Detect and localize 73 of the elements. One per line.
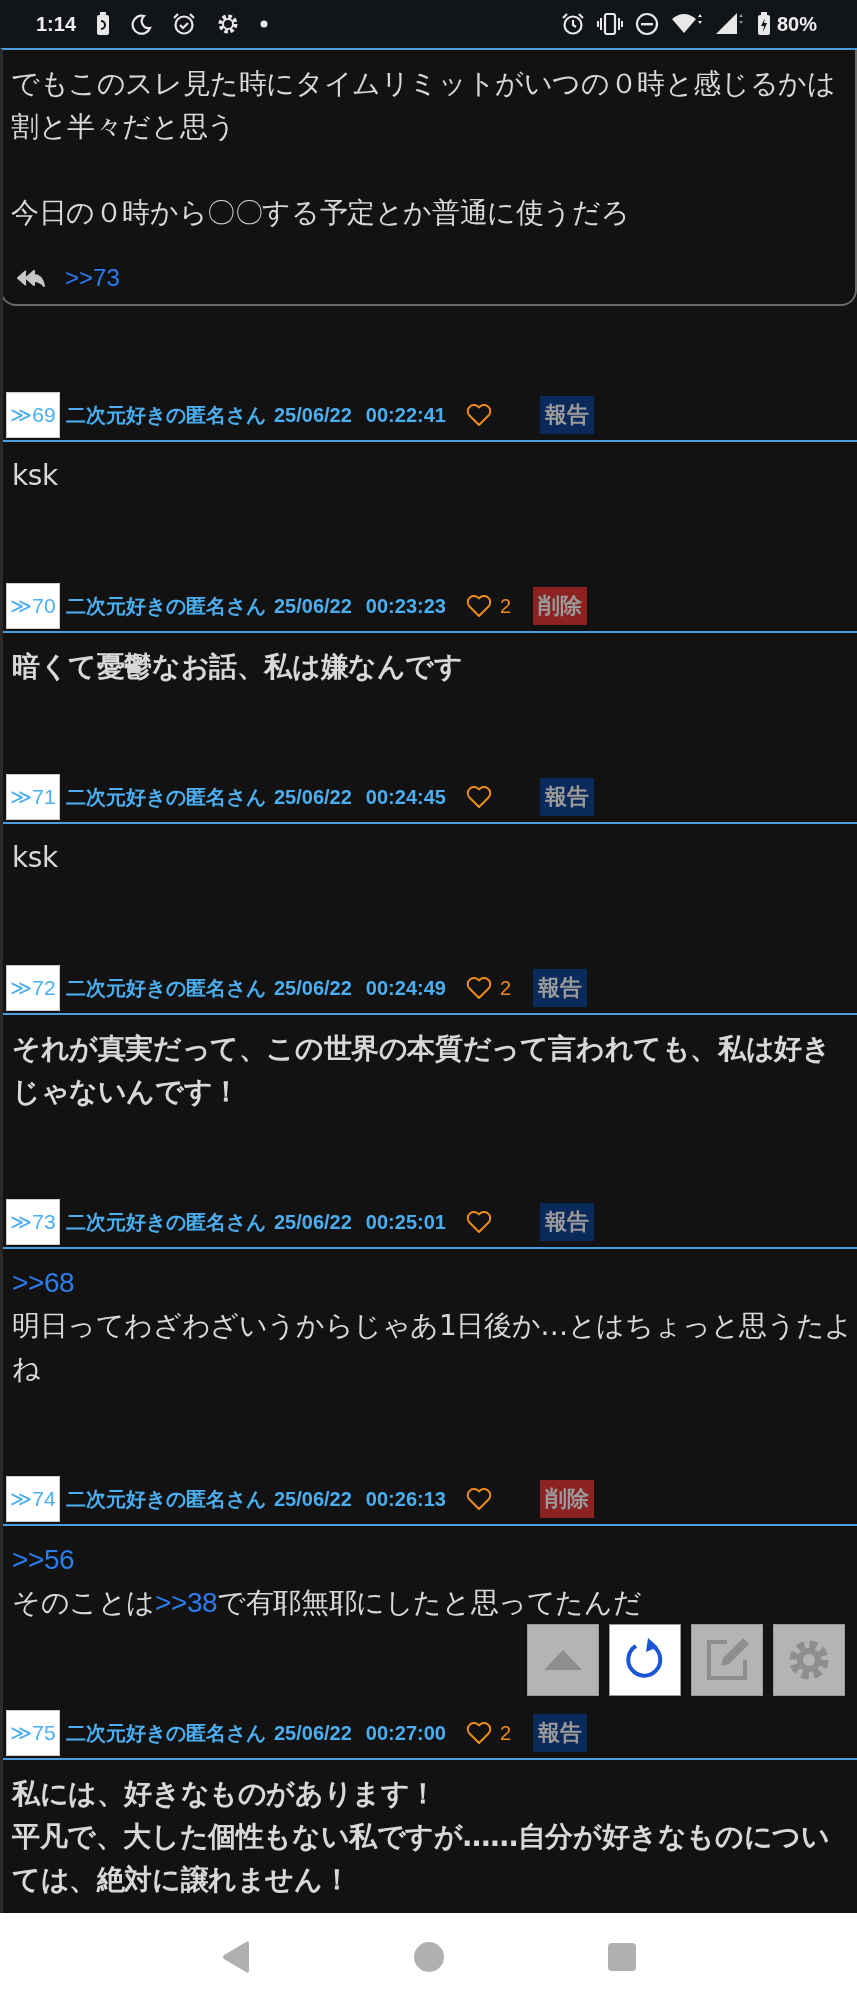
alarm-icon (560, 12, 585, 36)
signal-icon (714, 12, 745, 36)
heart-icon[interactable] (465, 785, 492, 809)
post-date: 25/06/22 (274, 1487, 352, 1511)
post-date: 25/06/22 (274, 1210, 352, 1234)
post-text: 平凡で、大した個性もない私ですが……自分が好きなものについては、絶対に譲れません！ (12, 1819, 831, 1898)
battery-icon (756, 12, 771, 36)
moon-icon (130, 13, 153, 35)
post-time: 00:22:41 (365, 403, 446, 427)
post-text: ksk (12, 458, 59, 494)
post-time: 00:24:49 (365, 976, 446, 1000)
like-count: 2 (499, 976, 512, 1000)
reply-link[interactable]: >>38 (155, 1587, 218, 1618)
vibrate-icon (596, 13, 623, 35)
poster-name: 二次元好きの匿名さん (66, 974, 266, 1002)
report-button[interactable]: 報告 (539, 778, 594, 816)
report-button[interactable]: 報告 (539, 396, 594, 434)
report-button[interactable]: 報告 (533, 969, 588, 1007)
alarm-icon (172, 12, 197, 36)
heart-icon[interactable] (465, 403, 492, 427)
post-text: 私には、好きなものがあります！ (12, 1776, 438, 1812)
post-text: それが真実だって、この世界の本質だって言われても、私は好きじゃないんです！ (12, 1031, 832, 1110)
battery-percent: 80% (776, 12, 817, 36)
clock-time: 1:14 (36, 12, 77, 36)
post-text: 今日の０時から〇〇する予定とか普通に使うだろ (11, 195, 631, 231)
reply-link[interactable]: >>73 (65, 264, 120, 292)
reply-link[interactable]: >>68 (12, 1267, 75, 1298)
refresh-button[interactable] (609, 1624, 681, 1696)
poster-name: 二次元好きの匿名さん (66, 401, 266, 429)
post-time: 00:27:00 (365, 1721, 446, 1745)
post-text: ksk (12, 840, 59, 876)
post-date: 25/06/22 (274, 785, 352, 809)
poster-name: 二次元好きの匿名さん (66, 783, 266, 811)
post-number[interactable]: ≫69 (6, 392, 60, 438)
battery-saver-icon (96, 12, 111, 36)
reply-all-icon (15, 268, 45, 288)
do-not-disturb-icon (634, 12, 659, 36)
post-text: 明日ってわざわざいうからじゃあ1日後か…とはちょっと思うたよね (12, 1308, 854, 1387)
post-number[interactable]: ≫73 (6, 1199, 60, 1245)
post-text: 暗くて憂鬱なお話、私は嫌なんです (12, 649, 464, 685)
heart-icon[interactable] (465, 1487, 492, 1511)
post-number[interactable]: ≫71 (6, 774, 60, 820)
heart-icon[interactable] (465, 594, 492, 618)
post-date: 25/06/22 (274, 976, 352, 1000)
delete-button[interactable]: 削除 (539, 1480, 594, 1518)
triangle-up-icon (543, 1649, 583, 1671)
post-number[interactable]: ≫70 (6, 583, 60, 629)
poster-name: 二次元好きの匿名さん (66, 592, 266, 620)
poster-name: 二次元好きの匿名さん (66, 1719, 266, 1747)
like-count: 2 (499, 594, 512, 618)
post-text: そのことは>>38で有耶無耶にしたと思ってたんだ (12, 1585, 643, 1621)
post-number[interactable]: ≫72 (6, 965, 60, 1011)
post-number[interactable]: ≫74 (6, 1476, 60, 1522)
poster-name: 二次元好きの匿名さん (66, 1208, 266, 1236)
like-count: 2 (499, 1721, 512, 1745)
post-date: 25/06/22 (274, 594, 352, 618)
post-date: 25/06/22 (274, 1721, 352, 1745)
heart-icon[interactable] (465, 1721, 492, 1745)
post-time: 00:25:01 (365, 1210, 446, 1234)
heart-icon[interactable] (465, 1210, 492, 1234)
heart-icon[interactable] (465, 976, 492, 1000)
report-button[interactable]: 報告 (539, 1203, 594, 1241)
reply-link[interactable]: >>56 (12, 1544, 75, 1575)
report-button[interactable]: 報告 (533, 1714, 588, 1752)
post-text: でもこのスレ見た時にタイムリミットがいつの０時と感じるかは割と半々だと思う (11, 66, 837, 145)
post-time: 00:24:45 (365, 785, 446, 809)
poster-name: 二次元好きの匿名さん (66, 1485, 266, 1513)
post-number[interactable]: ≫75 (6, 1710, 60, 1756)
post-time: 00:26:13 (365, 1487, 446, 1511)
dot-icon (260, 20, 269, 28)
delete-button[interactable]: 削除 (533, 587, 588, 625)
post-date: 25/06/22 (274, 403, 352, 427)
post-time: 00:23:23 (365, 594, 446, 618)
